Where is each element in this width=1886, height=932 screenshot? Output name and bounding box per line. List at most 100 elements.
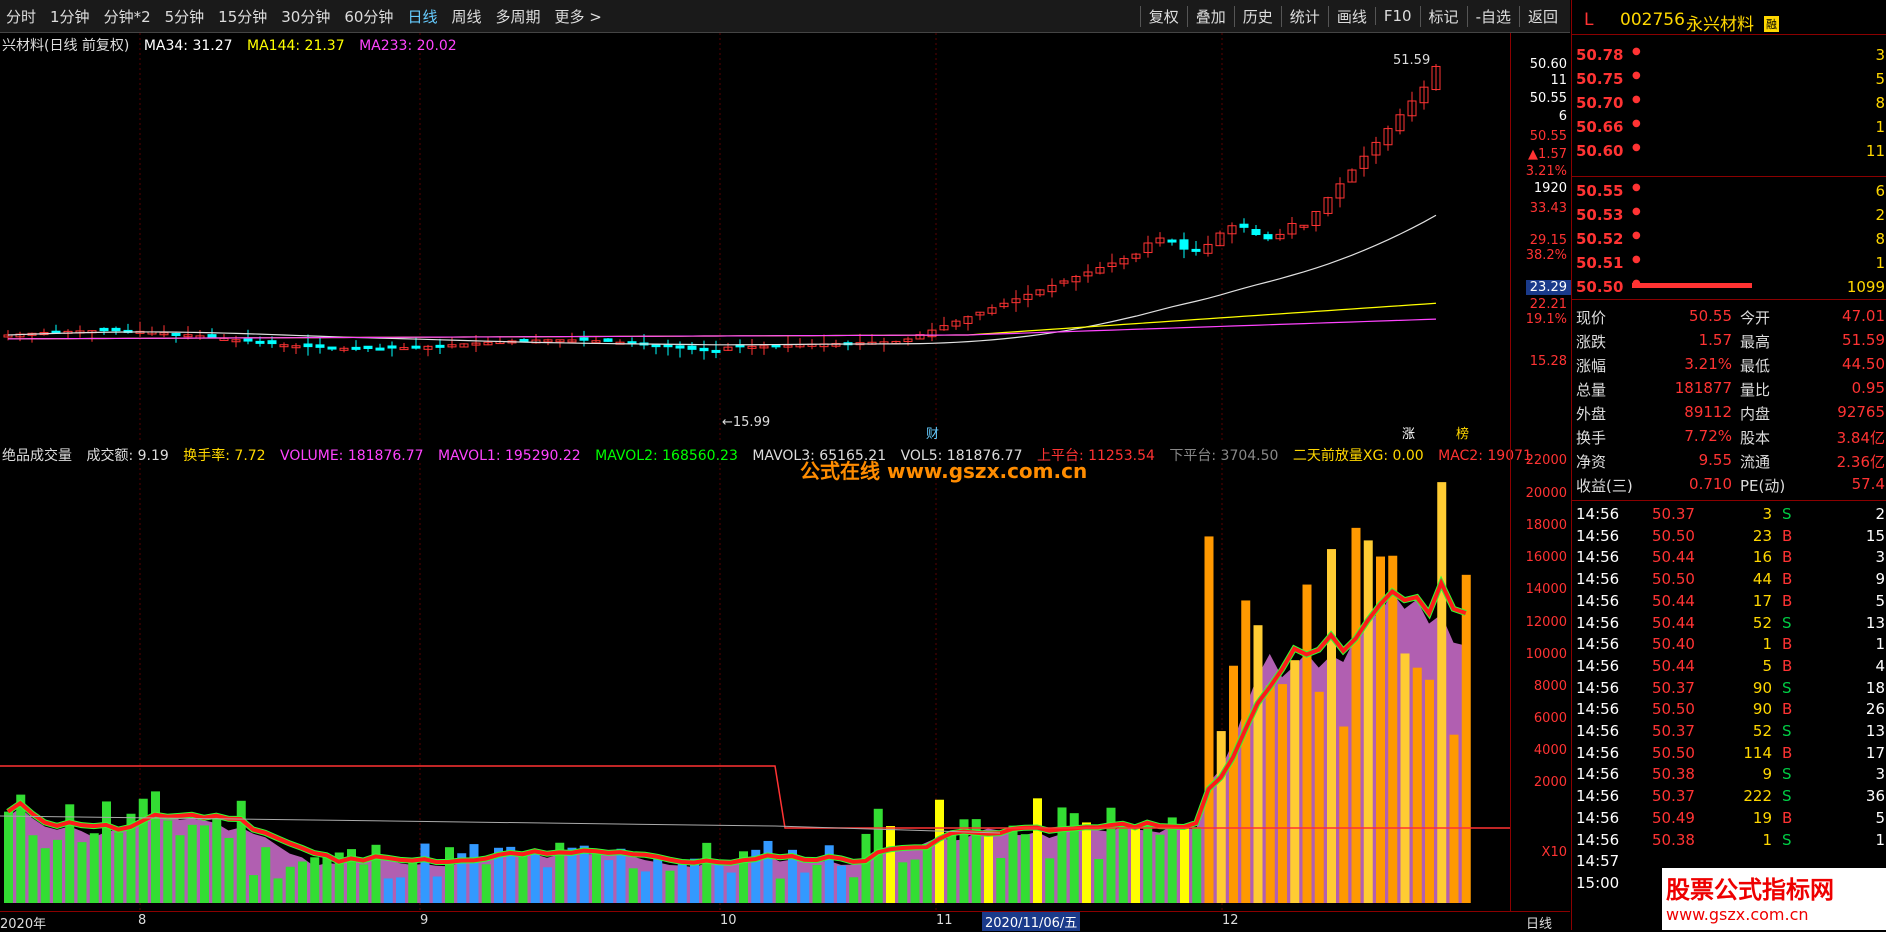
bid-price: 50.51 (1576, 254, 1624, 272)
quote-label-1: 涨幅 (1576, 357, 1607, 375)
volume-bar (1155, 834, 1165, 903)
candle-body (99, 327, 109, 332)
quote-value-1: 9.55 (1698, 451, 1732, 469)
volume-bar (249, 875, 258, 903)
function-button-6[interactable]: 标记 (1419, 5, 1467, 27)
function-button-5[interactable]: F10 (1374, 7, 1420, 25)
period-tab-4[interactable]: 15分钟 (218, 6, 267, 27)
bid-row[interactable]: 50.52 ● 8 (1572, 228, 1886, 250)
bid-volume: 8 (1875, 230, 1885, 248)
trade-side: S (1782, 678, 1792, 697)
function-button-3[interactable]: 统计 (1280, 5, 1328, 27)
date-label-nov: 11 (936, 913, 953, 928)
price-axis-label-6: 3.21% (1525, 164, 1567, 179)
period-tab-2[interactable]: 分钟*2 (104, 6, 151, 27)
price-axis-label-5: ▲1.57 (1528, 147, 1567, 162)
bid-price: 50.55 (1576, 182, 1624, 200)
period-tab-3[interactable]: 5分钟 (165, 6, 205, 27)
ask-row[interactable]: 50.60 ● 11 (1572, 140, 1886, 162)
function-button-1[interactable]: 叠加 (1186, 5, 1234, 27)
volume-bar (151, 791, 160, 903)
trade-count: 3 (1875, 548, 1885, 567)
period-tab-6[interactable]: 60分钟 (344, 6, 393, 27)
quote-value-1: 1.57 (1698, 331, 1732, 349)
period-label[interactable]: 日线 (1526, 913, 1552, 932)
trade-time: 15:00 (1576, 873, 1620, 892)
trade-side: S (1782, 613, 1792, 632)
function-button-7[interactable]: -自选 (1466, 5, 1519, 27)
ask-row[interactable]: 50.78 ● 3 (1572, 44, 1886, 66)
kline-chart[interactable]: 兴材料(日线 前复权) MA34: 31.27 MA144: 21.37 MA2… (0, 33, 1510, 443)
candle-body (375, 347, 385, 351)
candle-body (171, 332, 181, 336)
volume-bar (1437, 482, 1447, 903)
ask-price: 50.78 (1576, 46, 1624, 64)
volume-bar (592, 853, 601, 903)
trade-row: 14:56 50.50 44 B 9 (1572, 568, 1886, 590)
volume-axis-label-6: 10000 (1525, 647, 1567, 662)
trade-count: 17 (1865, 743, 1885, 762)
function-button-2[interactable]: 历史 (1233, 5, 1281, 27)
trade-row: 14:56 50.44 5 B 4 (1572, 655, 1886, 677)
trade-row: 14:56 50.44 16 B 3 (1572, 546, 1886, 568)
function-button-8[interactable]: 返回 (1518, 5, 1566, 27)
candle-body (699, 347, 709, 352)
ask-price: 50.75 (1576, 70, 1624, 88)
volume-bar (775, 878, 785, 903)
ask-volume: 3 (1875, 46, 1885, 64)
volume-bar (273, 878, 283, 903)
bid-row[interactable]: 50.55 ● 6 (1572, 180, 1886, 202)
volume-axis-label-11: X10 (1541, 845, 1567, 860)
volume-bar (1265, 685, 1275, 903)
bid-row[interactable]: 50.53 ● 2 (1572, 204, 1886, 226)
volume-chart[interactable]: 绝品成交量 成交额: 9.19 换手率: 7.72 VOLUME: 181876… (0, 443, 1532, 911)
volume-bar (175, 835, 185, 903)
candle-body (111, 327, 121, 332)
bid-volume: 6 (1875, 182, 1885, 200)
quote-label-1: 外盘 (1576, 405, 1607, 423)
volume-bar (1008, 825, 1018, 903)
trade-volume: 44 (1752, 570, 1772, 589)
volume-bar (445, 847, 454, 903)
ask-dot: ● (1632, 94, 1641, 105)
volume-bar (1216, 731, 1226, 903)
function-button-4[interactable]: 画线 (1327, 5, 1375, 27)
quote-value-1: 181877 (1674, 379, 1732, 397)
candle-body (1191, 248, 1201, 252)
volume-bar (40, 848, 50, 903)
period-tab-0[interactable]: 分时 (6, 6, 36, 27)
quote-row: 涨幅 3.21% 最低 44.50 (1572, 353, 1886, 375)
trade-row: 14:56 50.50 23 B 15 (1572, 525, 1886, 547)
quote-value-1: 50.55 (1689, 307, 1732, 325)
volume-bar (1339, 726, 1349, 903)
function-button-0[interactable]: 复权 (1139, 5, 1187, 27)
period-tab-8[interactable]: 周线 (451, 6, 481, 27)
quote-label-1: 涨跌 (1576, 333, 1607, 351)
trade-count: 26 (1865, 700, 1885, 719)
ask-row[interactable]: 50.70 ● 8 (1572, 92, 1886, 114)
bid-volume: 1 (1875, 254, 1885, 272)
period-tab-1[interactable]: 1分钟 (50, 6, 90, 27)
period-tab-5[interactable]: 30分钟 (281, 6, 330, 27)
volume-axis-label-10: 2000 (1533, 775, 1567, 790)
bid-row[interactable]: 50.51 ● 1 (1572, 252, 1886, 274)
volume-bar (861, 833, 871, 903)
ask-volume: 8 (1875, 94, 1885, 112)
ask-row[interactable]: 50.66 ● 1 (1572, 116, 1886, 138)
trade-side: S (1782, 765, 1792, 784)
volume-bar (922, 843, 932, 903)
ask-row[interactable]: 50.75 ● 5 (1572, 68, 1886, 90)
vol-mavol2: MAVOL2: 168560.23 (595, 448, 738, 464)
volume-bar (481, 864, 491, 903)
volume-bar (579, 845, 589, 903)
volume-bar (1045, 858, 1055, 903)
volume-bar (200, 825, 209, 903)
trade-side: B (1782, 591, 1793, 610)
trade-time: 14:56 (1576, 570, 1620, 589)
volume-bar (677, 864, 687, 903)
period-tab-7[interactable]: 日线 (407, 6, 437, 27)
period-tab-10[interactable]: 更多 > (554, 6, 601, 27)
date-axis: 2020年 8 9 10 11 12 2020/11/06/五 日线 (0, 911, 1570, 932)
trade-volume: 17 (1752, 591, 1772, 610)
period-tab-9[interactable]: 多周期 (495, 6, 540, 27)
